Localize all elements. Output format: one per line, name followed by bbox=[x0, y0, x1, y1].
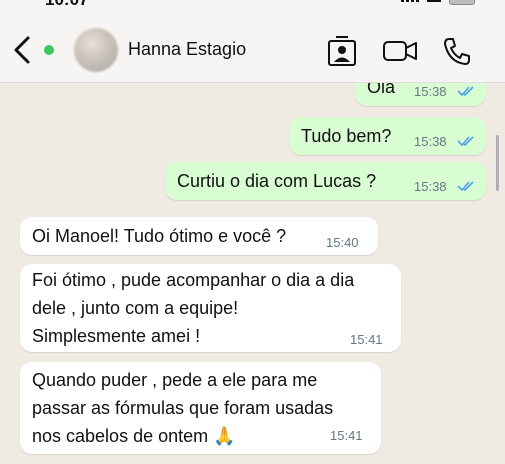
message-text: Curtiu o dia com Lucas ? bbox=[177, 171, 377, 191]
status-bar: 10:07 bbox=[0, 0, 505, 18]
incoming-message[interactable]: Foi ótimo , pude acompanhar o dia a dia … bbox=[20, 264, 401, 352]
contact-card-button[interactable] bbox=[327, 35, 357, 67]
incoming-message[interactable]: Quando puder , pede a ele para me passar… bbox=[20, 362, 381, 454]
signal-icon bbox=[401, 0, 419, 2]
back-button[interactable] bbox=[8, 32, 38, 68]
message-text: Olá bbox=[367, 83, 396, 97]
read-receipt-icon bbox=[457, 86, 474, 97]
message-text: Tudo bem? bbox=[301, 126, 392, 146]
message-time: 15:41 bbox=[350, 332, 383, 347]
outgoing-message[interactable]: Curtiu o dia com Lucas ? 15:38 bbox=[165, 162, 486, 200]
outgoing-message[interactable]: Olá 15:38 bbox=[355, 83, 486, 106]
read-receipt-icon bbox=[457, 181, 474, 192]
chat-header: Hanna Estagio bbox=[0, 18, 505, 83]
message-time: 15:38 bbox=[414, 179, 447, 194]
incoming-message[interactable]: Oi Manoel! Tudo ótimo e você ? 15:40 bbox=[20, 217, 378, 255]
avatar[interactable] bbox=[74, 28, 118, 72]
read-receipt-icon bbox=[457, 136, 474, 147]
message-time: 15:41 bbox=[330, 428, 363, 443]
outgoing-message[interactable]: Tudo bem? 15:38 bbox=[289, 117, 486, 155]
scrollbar[interactable] bbox=[496, 135, 499, 191]
wifi-icon bbox=[427, 0, 441, 2]
contact-name[interactable]: Hanna Estagio bbox=[128, 39, 246, 60]
message-time: 15:40 bbox=[326, 235, 359, 250]
video-call-button[interactable] bbox=[382, 35, 418, 67]
online-status-icon bbox=[44, 45, 54, 55]
message-text: Oi Manoel! Tudo ótimo e você ? bbox=[32, 226, 287, 246]
status-time: 10:07 bbox=[45, 0, 88, 10]
message-text: Foi ótimo , pude acompanhar o dia a dia … bbox=[32, 270, 355, 346]
message-time: 15:38 bbox=[414, 134, 447, 149]
voice-call-button[interactable] bbox=[441, 35, 471, 67]
chat-area[interactable]: Olá 15:38 Tudo bem? 15:38 Curtiu o dia c… bbox=[0, 83, 505, 464]
status-icons bbox=[401, 0, 475, 5]
message-time: 15:38 bbox=[414, 84, 447, 99]
battery-icon bbox=[449, 0, 475, 5]
message-text: Quando puder , pede a ele para me passar… bbox=[32, 370, 334, 446]
